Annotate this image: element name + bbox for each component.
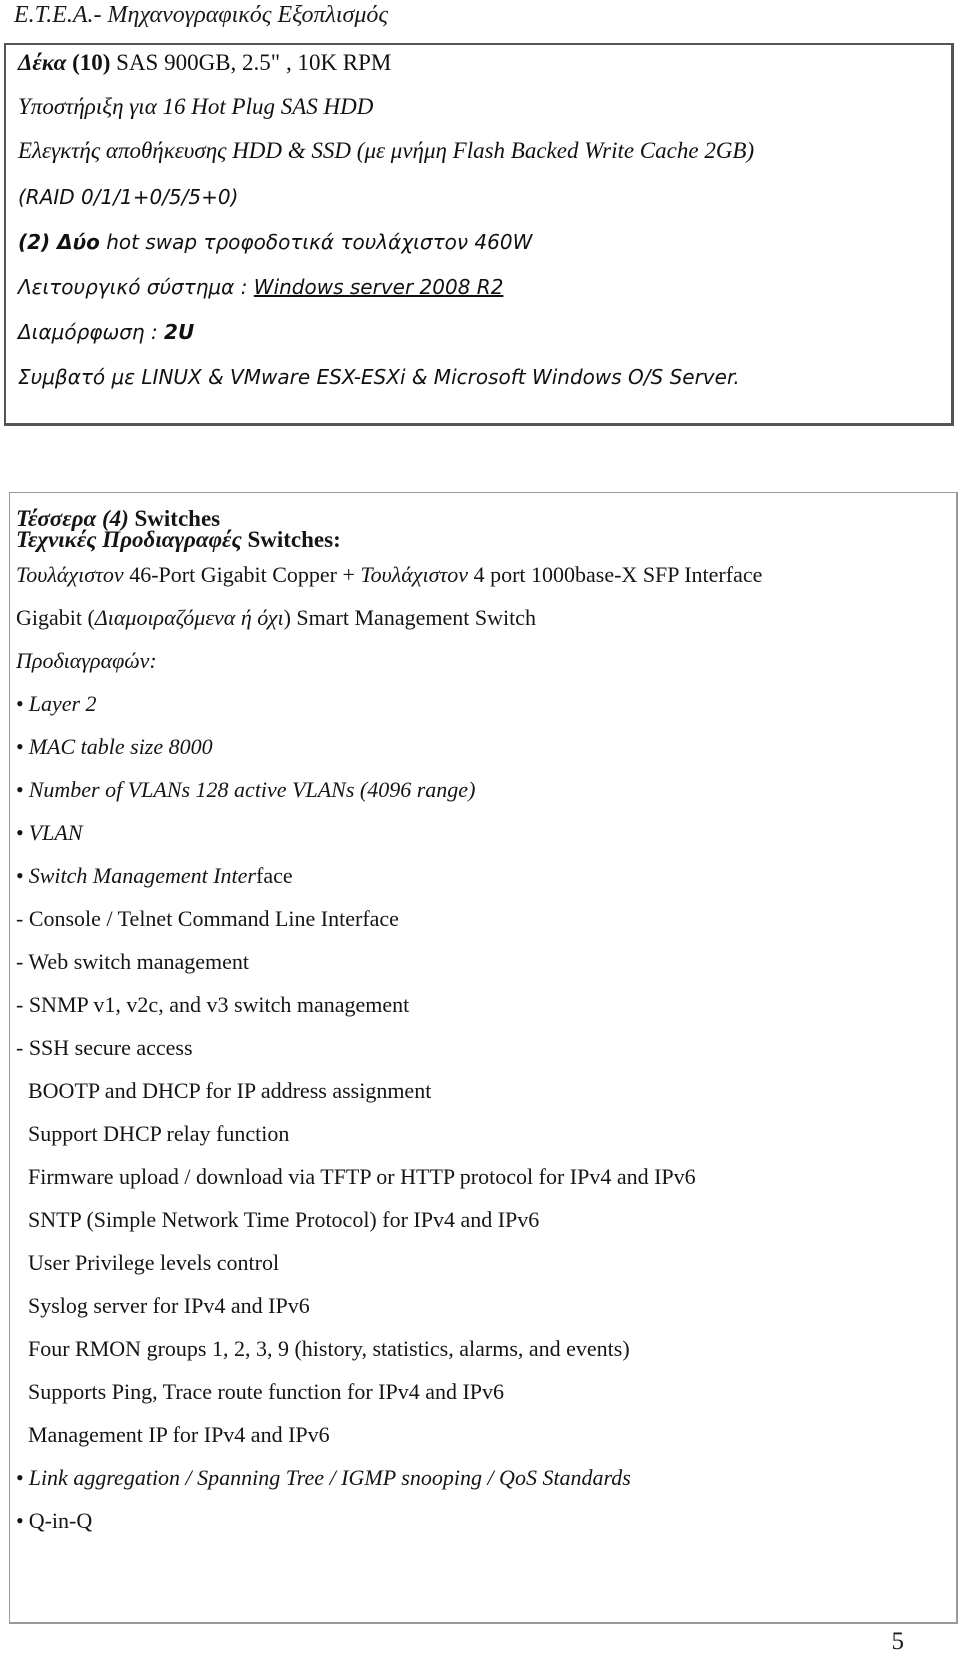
bullet-item: • Layer 2 [16, 691, 97, 717]
feature-item: SNTP (Simple Network Time Protocol) for … [28, 1207, 540, 1232]
os-label: Λειτουργικό σύστημα : [18, 275, 254, 299]
bullet-icon: • [16, 734, 24, 759]
controller-line: Ελεγκτής αποθήκευσης HDD & SSD (με μνήμη… [18, 138, 755, 163]
bullet-text: MAC table size 8000 [28, 734, 213, 759]
smart-line: Gigabit (Διαμοιραζόμενα ή όχι) Smart Man… [16, 605, 536, 631]
specs-label: Προδιαγραφών: [16, 648, 157, 673]
smart-italic: Διαμοιραζόμενα ή όχι [94, 605, 284, 630]
disks-count-word: Δέκα [18, 50, 67, 75]
bullet-text: VLAN [28, 820, 83, 845]
bullet-icon: • [16, 1465, 24, 1490]
bullet-icon: • [16, 691, 24, 716]
document-header: Ε.Τ.Ε.Α.- Μηχανογραφικός Εξοπλισμός [14, 2, 389, 28]
dash-item: - SNMP v1, v2c, and v3 switch management [16, 992, 410, 1017]
switch-spec-box: Τέσσερα (4) Switches Τεχνικές Προδιαγραφ… [9, 492, 958, 1624]
mgmt-interface-normal: face [256, 863, 293, 888]
bullet-item: • Q-in-Q [16, 1508, 92, 1534]
disks-line: Δέκα (10) SAS 900GB, 2.5" , 10K RPM [18, 49, 391, 77]
ports-prefix-2: Τουλάχιστον [360, 562, 469, 587]
feature-item: Syslog server for IPv4 and IPv6 [28, 1293, 310, 1318]
psu-spec: hot swap τροφοδοτικά τουλάχιστον 460W [99, 230, 533, 254]
bullet-text: Layer 2 [28, 691, 97, 716]
raid-line: (RAID 0/1/1+0/5/5+0) [18, 185, 239, 209]
psu-count: (2) Δύο [18, 230, 100, 254]
ports-line: Τουλάχιστον 46-Port Gigabit Copper + Του… [16, 562, 762, 588]
ports-text-1: 46-Port Gigabit Copper + [123, 562, 361, 587]
server-spec-box: Δέκα (10) SAS 900GB, 2.5" , 10K RPM Υποσ… [4, 43, 954, 426]
form-factor-line: Διαμόρφωση : 2U [18, 318, 194, 346]
ports-prefix-1: Τουλάχιστον [16, 562, 124, 587]
feature-item: Firmware upload / download via TFTP or H… [28, 1164, 696, 1189]
form-factor-value: 2U [164, 320, 195, 344]
bullet-text: Link aggregation / Spanning Tree / IGMP … [28, 1465, 631, 1490]
hot-plug-line: Υποστήριξη για 16 Hot Plug SAS HDD [18, 94, 374, 119]
bullet-item-mgmt-interface: • Switch Management Interface [16, 863, 293, 889]
disks-spec: SAS 900GB, 2.5" , 10K RPM [110, 50, 392, 75]
bullet-item: • VLAN [16, 820, 83, 846]
bullet-item: • MAC table size 8000 [16, 734, 213, 760]
feature-item: User Privilege levels control [28, 1250, 280, 1275]
feature-item: Management IP for IPv4 and IPv6 [28, 1422, 330, 1447]
os-line: Λειτουργικό σύστημα : Windows server 200… [18, 273, 503, 301]
switch-subtitle: Τεχνικές Προδιαγραφές Switches: [16, 527, 341, 553]
bullet-icon: • [16, 777, 24, 802]
bullet-text: Number of VLANs 128 active VLANs (4096 r… [28, 777, 476, 802]
dash-item: - Web switch management [16, 949, 250, 974]
ports-text-2: 4 port 1000base-X SFP Interface [468, 562, 763, 587]
switch-subtitle-label: Τεχνικές Προδιαγραφές [16, 527, 242, 552]
feature-item: Four RMON groups 1, 2, 3, 9 (history, st… [28, 1336, 630, 1361]
disks-count: (10) [72, 50, 111, 75]
smart-pre: Gigabit ( [16, 605, 95, 630]
switch-subtitle-suffix: Switches: [241, 527, 341, 552]
bullet-text: Q-in-Q [28, 1508, 93, 1533]
feature-item: Support DHCP relay function [28, 1121, 290, 1146]
os-value: Windows server 2008 R2 [253, 275, 504, 299]
page-number: 5 [891, 1628, 905, 1655]
bullet-item: • Link aggregation / Spanning Tree / IGMP… [16, 1465, 631, 1491]
bullet-icon: • [16, 820, 24, 845]
feature-item: Supports Ping, Trace route function for … [28, 1379, 505, 1404]
smart-post: ) Smart Management Switch [283, 605, 536, 630]
bullet-icon: • [16, 863, 24, 888]
bullet-item: • Number of VLANs 128 active VLANs (4096 … [16, 777, 475, 803]
mgmt-interface-italic: Switch Management Inter [28, 863, 256, 888]
compatibility-line: Συμβατό με LINUX & VMware ESX-ESXi & Mic… [18, 365, 740, 389]
dash-item: - Console / Telnet Command Line Interfac… [16, 906, 399, 931]
form-factor-label: Διαμόρφωση : [18, 320, 165, 344]
bullet-icon: • [16, 1508, 24, 1533]
psu-line: (2) Δύο hot swap τροφοδοτικά τουλάχιστον… [18, 228, 532, 256]
dash-item: - SSH secure access [16, 1035, 193, 1060]
feature-item: BOOTP and DHCP for IP address assignment [28, 1078, 432, 1103]
